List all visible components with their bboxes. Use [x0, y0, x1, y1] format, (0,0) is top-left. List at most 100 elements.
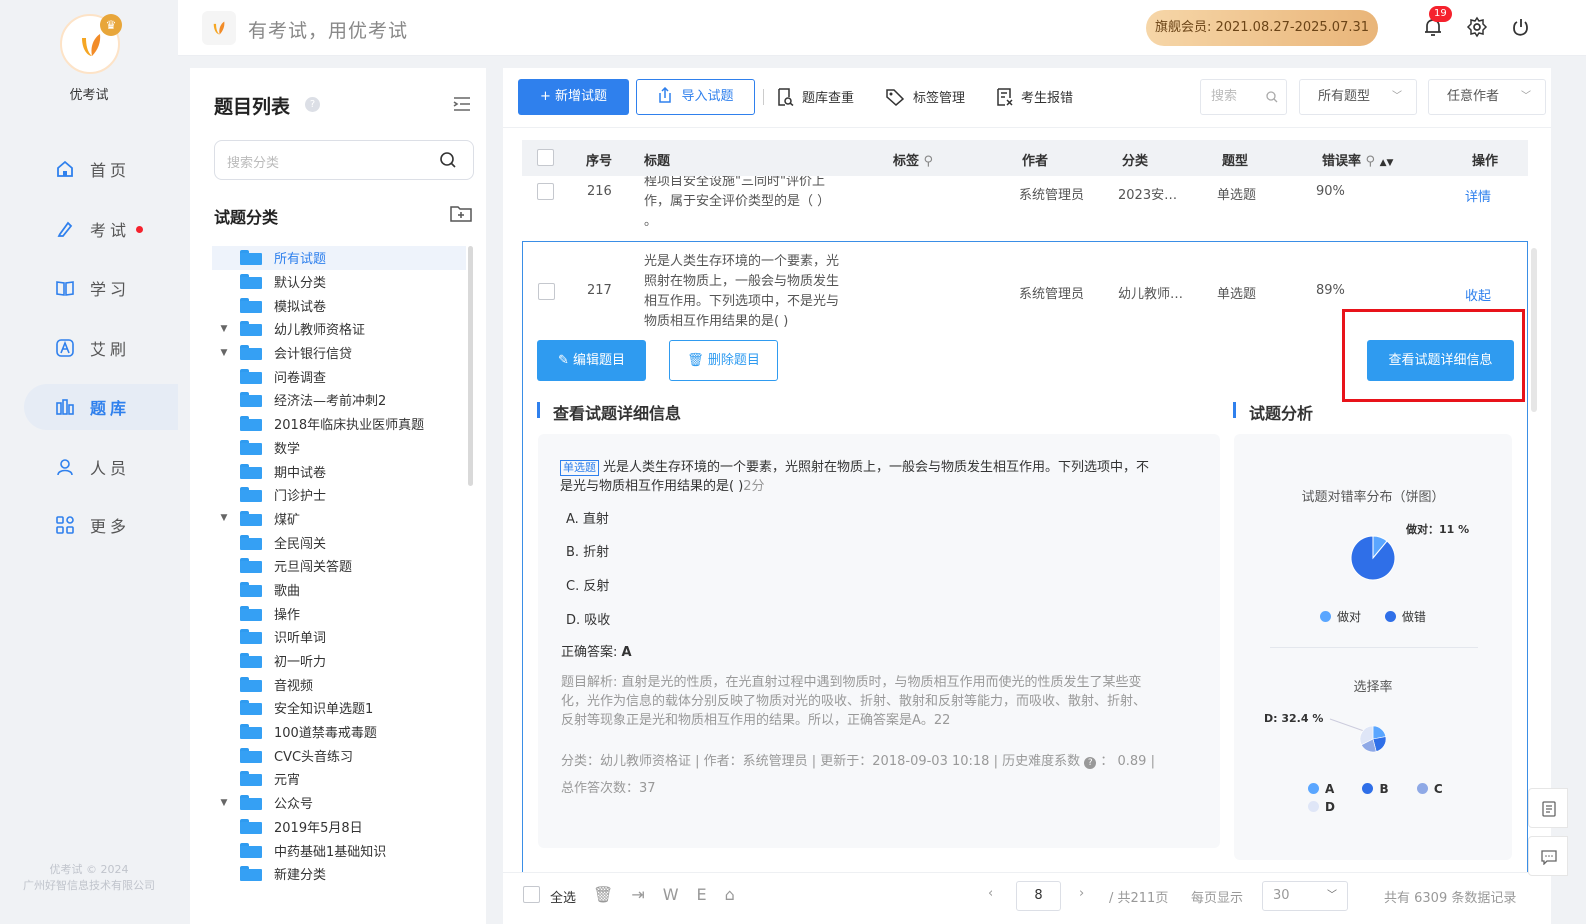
tree-item-label: 问卷调查 [274, 370, 327, 386]
tree-item[interactable]: ▼ 会计银行信贷 [212, 341, 466, 365]
report-error-button[interactable]: 考生报错 [995, 87, 1073, 106]
filter-icon[interactable]: ⚲ [924, 154, 934, 169]
folder-icon [240, 345, 262, 361]
nav-item-home[interactable]: 首页 [24, 146, 178, 192]
tree-item[interactable]: 门诊护士 [212, 483, 466, 507]
nav-item-more[interactable]: 更多 [24, 502, 178, 548]
legend-item[interactable]: A [1308, 782, 1334, 796]
main-scrollbar[interactable] [1531, 248, 1537, 412]
folder-icon [240, 724, 262, 740]
per-page-select[interactable]: 30 ﹀ [1262, 881, 1348, 911]
legend-item[interactable]: B [1362, 782, 1389, 796]
move-folder-icon[interactable]: ⇥ [631, 885, 644, 904]
tree-item[interactable]: 音视频 [212, 672, 466, 696]
tree-item[interactable]: 新建分类 [212, 862, 466, 886]
row-checkbox[interactable] [538, 283, 555, 300]
search-icon[interactable] [1266, 91, 1278, 103]
tree-item[interactable]: 安全知识单选题1 [212, 696, 466, 720]
tree-item[interactable]: 问卷调查 [212, 364, 466, 388]
select-all-checkbox[interactable] [523, 886, 540, 903]
folder-icon [240, 439, 262, 455]
col-tag[interactable]: 标签 ⚲ [893, 150, 933, 169]
export-word-icon[interactable]: W [663, 885, 679, 904]
tree-item[interactable]: CVC头音练习 [212, 743, 466, 767]
detail-link[interactable]: 详情 [1465, 186, 1491, 205]
tree-item[interactable]: 操作 [212, 601, 466, 625]
expand-arrow-icon[interactable]: ▼ [212, 513, 236, 523]
nav-item-exam[interactable]: 考试 [24, 206, 178, 252]
report-icon [997, 87, 1013, 106]
correct-answer: 正确答案: A [561, 641, 632, 660]
tree-item[interactable]: 元宵 [212, 767, 466, 791]
explanation-line: 化，光作为信息的载体分别反映了物质对光的吸收、折射、散射和反射等能力，而吸收、散… [561, 694, 1147, 709]
help-icon[interactable]: ? [1084, 757, 1097, 769]
filter-icon[interactable]: ⚲ [1366, 154, 1376, 169]
add-question-button[interactable]: + 新增试题 [518, 79, 629, 115]
tree-item[interactable]: 初一听力 [212, 649, 466, 673]
tag-manage-button[interactable]: 标签管理 [885, 87, 965, 106]
question-search-input[interactable]: 搜索 [1200, 79, 1287, 115]
notes-float-button[interactable] [1528, 788, 1568, 828]
legend-item[interactable]: C [1416, 782, 1443, 796]
tree-item[interactable]: 100道禁毒戒毒题 [212, 720, 466, 744]
expand-arrow-icon[interactable]: ▼ [212, 798, 236, 808]
row-title[interactable]: 程项目安全设施"三同时"评价上 作，属于安全评价类型的是（ ） 。 [644, 176, 864, 232]
tree-item[interactable]: 中药基础1基础知识 [212, 838, 466, 862]
select-all-label[interactable]: 全选 [550, 887, 576, 906]
folder-icon [240, 297, 262, 313]
question-type-select[interactable]: 所有题型 ﹀ [1299, 79, 1417, 115]
gear-icon[interactable] [1466, 16, 1490, 40]
tree-item[interactable]: 全民闯关 [212, 530, 466, 554]
pie-slice[interactable] [1350, 535, 1396, 581]
legend-item[interactable]: 做对 [1320, 610, 1361, 624]
nav-item-question-bank[interactable]: 题库 [24, 384, 178, 430]
tree-item[interactable]: ▼ 公众号 [212, 791, 466, 815]
prev-page-icon[interactable]: ‹ [988, 886, 993, 901]
search-icon[interactable] [439, 151, 457, 169]
tree-item[interactable]: 元旦闯关答题 [212, 554, 466, 578]
expand-arrow-icon[interactable]: ▼ [212, 324, 236, 334]
help-icon[interactable]: ? [305, 97, 320, 112]
tree-item[interactable]: 2018年临床执业医师真题 [212, 412, 466, 436]
tree-item[interactable]: 歌曲 [212, 578, 466, 602]
row-title[interactable]: 光是人类生存环境的一个要素，光 照射在物质上，一般会与物质发生 相互作用。下列选… [644, 252, 874, 332]
tree-item[interactable]: 识听单词 [212, 625, 466, 649]
trash-icon[interactable]: 🗑 [593, 885, 613, 904]
tree-item[interactable]: 2019年5月8日 [212, 815, 466, 839]
expand-arrow-icon[interactable]: ▼ [212, 348, 236, 358]
export-excel-icon[interactable]: E [697, 885, 707, 904]
tree-item[interactable]: 期中试卷 [212, 459, 466, 483]
tree-item[interactable]: 模拟试卷 [212, 293, 466, 317]
tree-item[interactable]: ▼ 煤矿 [212, 507, 466, 531]
col-error-rate[interactable]: 错误率 ⚲ ▲▼ [1322, 150, 1393, 169]
sort-icon[interactable]: ▲▼ [1380, 158, 1394, 168]
tree-item[interactable]: ▼ 幼儿教师资格证 [212, 317, 466, 341]
delete-question-button[interactable]: 🗑 删除题目 [669, 340, 778, 381]
member-badge[interactable]: 旗舰会员: 2021.08.27-2025.07.31 [1146, 10, 1378, 46]
author-select[interactable]: 任意作者 ﹀ [1428, 79, 1546, 115]
nav-item-people[interactable]: 人员 [24, 444, 178, 490]
tree-item[interactable]: 数学 [212, 436, 466, 460]
legend-item[interactable]: D [1308, 800, 1335, 814]
tree-item[interactable]: 经济法—考前冲刺2 [212, 388, 466, 412]
tree-scrollbar[interactable] [468, 246, 473, 486]
dedupe-button[interactable]: 题库查重 [776, 87, 854, 106]
add-folder-icon[interactable] [450, 204, 472, 226]
edit-question-button[interactable]: ✎ 编辑题目 [537, 340, 646, 381]
page-input[interactable]: 8 [1016, 881, 1061, 911]
nav-item-aishua[interactable]: 艾刷 [24, 325, 178, 371]
chat-float-button[interactable] [1528, 836, 1568, 876]
nav-item-study[interactable]: 学习 [24, 265, 178, 311]
row-checkbox[interactable] [537, 183, 554, 200]
legend-item[interactable]: 做错 [1384, 610, 1426, 624]
tag-icon[interactable]: ⌂ [725, 885, 735, 904]
import-question-button[interactable]: 导入试题 [636, 79, 755, 115]
tree-item[interactable]: 默认分类 [212, 270, 466, 294]
tree-item[interactable]: 所有试题 [212, 246, 466, 270]
collapse-link[interactable]: 收起 [1465, 285, 1491, 304]
category-search-input[interactable]: 搜索分类 [214, 140, 474, 180]
next-page-icon[interactable]: › [1079, 886, 1084, 901]
menu-collapse-icon[interactable] [452, 96, 472, 116]
header-checkbox[interactable] [537, 149, 554, 166]
power-icon[interactable] [1510, 16, 1534, 40]
